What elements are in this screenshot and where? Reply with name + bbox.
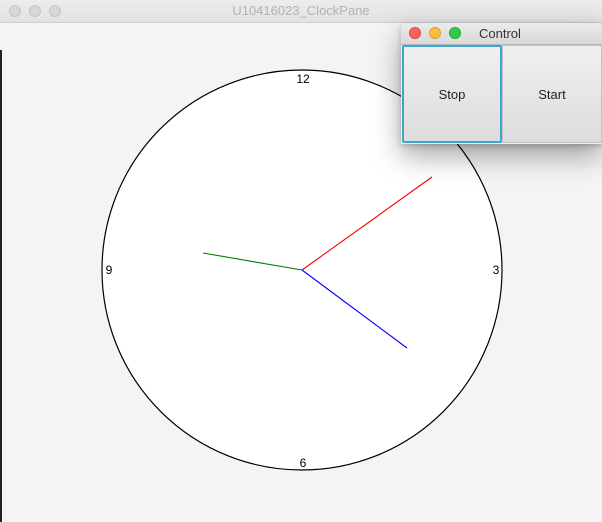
control-titlebar[interactable]: Control bbox=[401, 23, 602, 45]
start-button[interactable]: Start bbox=[502, 45, 602, 143]
control-window: Control Stop Start bbox=[401, 23, 602, 144]
stop-button[interactable]: Stop bbox=[402, 45, 502, 143]
minimize-icon[interactable] bbox=[429, 27, 441, 39]
clock-number-9: 9 bbox=[106, 263, 113, 277]
control-title: Control bbox=[479, 26, 521, 41]
clock-number-6: 6 bbox=[300, 456, 307, 470]
close-icon[interactable] bbox=[409, 27, 421, 39]
clock-number-3: 3 bbox=[493, 263, 500, 277]
clock-number-12: 12 bbox=[296, 72, 310, 86]
maximize-icon[interactable] bbox=[449, 27, 461, 39]
